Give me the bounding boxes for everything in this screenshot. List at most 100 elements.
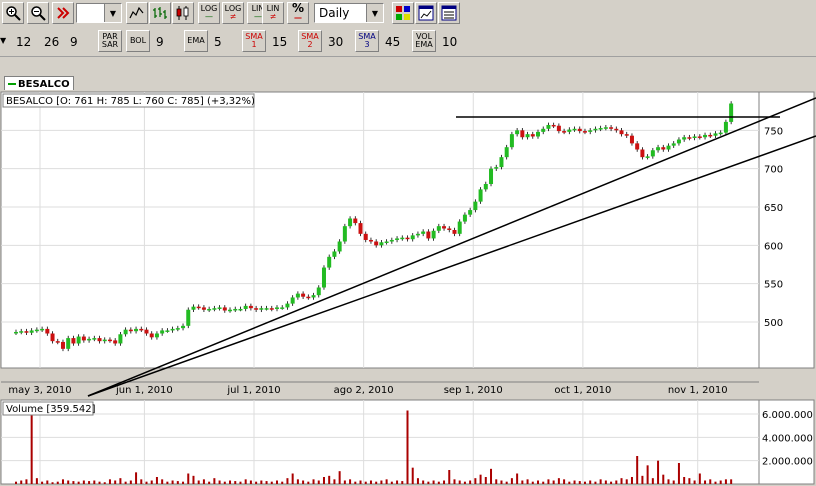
volume-bar <box>411 467 414 484</box>
bollinger-button[interactable]: BOL <box>126 30 150 52</box>
candle-body <box>593 128 598 131</box>
candle-body <box>473 201 478 211</box>
chevron-down-icon[interactable]: ▼ <box>366 4 383 22</box>
candle-body <box>692 136 697 138</box>
bar-chart-icon[interactable] <box>149 2 171 24</box>
sma1-field[interactable]: 15 <box>268 32 296 51</box>
candle-body <box>149 333 154 338</box>
volume-bar <box>239 481 242 484</box>
candle-body <box>196 306 201 309</box>
candle-body <box>306 296 311 299</box>
sma3-label: SMA 3 <box>358 32 376 49</box>
percent-button[interactable]: % — <box>287 2 309 24</box>
candle-body <box>541 128 546 132</box>
volume-bar <box>15 481 17 484</box>
period-combo[interactable]: Daily ▼ <box>314 3 384 23</box>
candle-body <box>332 251 337 257</box>
volume-bar <box>218 480 221 484</box>
volume-bar <box>98 481 101 484</box>
volume-bar <box>615 480 618 484</box>
sma3-field[interactable]: 45 <box>381 32 409 51</box>
volume-bar <box>140 479 143 484</box>
sma2-field[interactable]: 30 <box>324 32 352 51</box>
volume-bar <box>369 480 372 484</box>
volume-bar <box>516 473 519 484</box>
log-scale-button[interactable]: LOG — <box>198 2 220 24</box>
candlestick-icon[interactable] <box>172 2 194 24</box>
candle-body <box>269 308 274 310</box>
candle-body <box>264 308 269 310</box>
macd-slow-field[interactable]: 26 <box>40 32 66 51</box>
candle-body <box>640 149 645 158</box>
chevron-down-icon[interactable]: ▼ <box>0 36 6 45</box>
volume-bar <box>552 480 555 484</box>
volume-bar <box>35 478 38 484</box>
volume-bar <box>51 482 54 484</box>
candle-body <box>603 127 608 129</box>
ema-field[interactable]: 5 <box>210 32 238 51</box>
candle-body <box>60 341 65 349</box>
candle-body <box>723 121 728 133</box>
volume-bar <box>641 475 644 484</box>
log-compare-button[interactable]: LOG ≠ <box>222 2 244 24</box>
candle-body <box>222 307 227 311</box>
zoom-in-icon[interactable] <box>2 2 24 24</box>
chevron-down-icon[interactable]: ▼ <box>104 4 121 22</box>
volume-bar <box>182 481 185 484</box>
symbol-combo[interactable]: ▼ <box>76 3 122 23</box>
candle-body <box>97 338 102 342</box>
sma1-button[interactable]: SMA 1 <box>242 30 266 52</box>
candle-body <box>40 328 45 331</box>
candle-body <box>650 150 655 157</box>
sma3-button[interactable]: SMA 3 <box>355 30 379 52</box>
candle-body <box>656 147 661 151</box>
volume-ema-field[interactable]: 10 <box>438 32 466 51</box>
candle-body <box>358 223 363 234</box>
candle-body <box>426 231 431 239</box>
volume-bar <box>416 478 419 484</box>
volume-bar <box>103 482 106 484</box>
sma2-button[interactable]: SMA 2 <box>298 30 322 52</box>
volume-bar <box>161 479 164 484</box>
parabolic-sar-button[interactable]: PAR SAR <box>98 30 122 52</box>
y-tick-label: 700 <box>764 165 783 176</box>
volume-bar <box>385 479 388 484</box>
volume-bar <box>463 481 466 484</box>
candle-body <box>154 333 159 338</box>
macd-signal-field[interactable]: 9 <box>66 32 94 51</box>
candle-body <box>102 339 107 342</box>
bollinger-field[interactable]: 9 <box>152 32 180 51</box>
x-tick-label: sep 1, 2010 <box>444 385 503 396</box>
data-table-icon[interactable] <box>438 2 460 24</box>
volume-bar <box>208 481 211 484</box>
macd-fast-field[interactable]: 12 <box>12 32 40 51</box>
volume-bar <box>155 477 158 484</box>
candle-body <box>191 306 196 310</box>
zoom-out-icon[interactable] <box>27 2 49 24</box>
price-chart[interactable]: 500 550 600 650 700 750 may 3, 2010 jun 1, 201… <box>0 90 816 486</box>
candle-body <box>45 328 50 334</box>
volume-bar <box>636 456 639 484</box>
volume-bar <box>67 480 70 484</box>
ema-button[interactable]: EMA <box>184 30 208 52</box>
volume-bar <box>20 480 23 484</box>
volume-ema-button[interactable]: VOL EMA <box>412 30 436 52</box>
volume-bar <box>610 481 613 484</box>
volume-bar <box>657 460 660 484</box>
chart-window-icon[interactable] <box>415 2 437 24</box>
volume-bar <box>432 480 435 484</box>
volume-bar <box>333 479 336 484</box>
candle-body <box>546 124 551 129</box>
volume-tick-label: 4.000.000 <box>762 433 813 444</box>
x-tick-label: jun 1, 2010 <box>115 385 173 396</box>
scroll-forward-icon[interactable] <box>52 2 74 24</box>
candle-body <box>139 328 144 331</box>
candle-body <box>259 308 264 310</box>
line-chart-icon[interactable] <box>126 2 148 24</box>
y-tick-label: 550 <box>764 280 783 291</box>
y-tick-label: 600 <box>764 241 783 252</box>
color-settings-icon[interactable] <box>392 2 414 24</box>
candle-body <box>400 237 405 240</box>
candle-body <box>321 267 326 288</box>
lin-compare-button[interactable]: LIN ≠ <box>262 2 284 24</box>
